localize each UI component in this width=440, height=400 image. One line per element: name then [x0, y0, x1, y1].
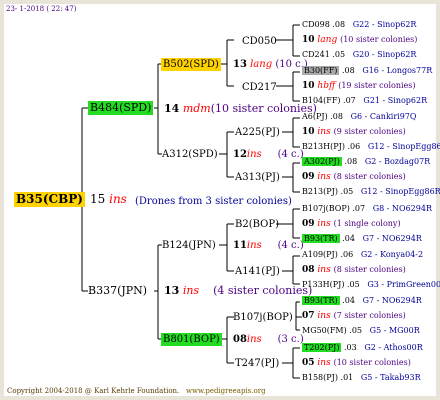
gen3-bee-id: B2(BOP)	[235, 219, 279, 230]
gen4-bee-id: CD241	[302, 50, 330, 59]
gen2-inbreeding: 08ins (3 c.)	[233, 334, 304, 345]
gen4-inbreeding: 10 lang (10 sister colonies)	[302, 35, 418, 45]
gen4-bee-id: B93(TR)	[302, 296, 340, 305]
footer-copyright: Copyright 2004-2018 @ Karl Kehrle Founda…	[7, 387, 266, 395]
root-tag: ins	[109, 192, 127, 206]
gen3-bee-id: CD217	[242, 82, 277, 93]
root-bee-id: B35(CBP)	[14, 192, 85, 207]
root-num: 15	[90, 192, 106, 206]
gen2-inbreeding: 12ins (4 c.)	[233, 149, 304, 160]
gen4-bee-line: B213(PJ) .05 G12 - SinopEgg86R	[302, 187, 440, 196]
gen4-inbreeding: 09 ins (1 single colony)	[302, 219, 401, 229]
gen2-bee-id: B124(JPN)	[162, 240, 216, 251]
pedigree-chart: 23- 1-2018 ( 22: 47) B35(CBP) 15 ins (Dr…	[0, 0, 440, 400]
gen4-inbreeding: 05 ins (10 sister colonies)	[302, 358, 411, 368]
root-note: (Drones from 3 sister colonies)	[135, 196, 292, 207]
gen2-bee-id: B801(BOP)	[161, 333, 222, 346]
gen2-bee-id: B502(SPD)	[161, 58, 221, 71]
gen4-bee-id: P133H(PJ)	[302, 280, 345, 289]
gen4-bee-id: B30(FF)	[302, 66, 340, 75]
gen4-bee-line: A109(PJ) .06 G2 - Konya04-2	[302, 250, 424, 259]
gen4-bee-line: B107j(BOP) .07 G8 - NO6294R	[302, 204, 432, 213]
gen4-inbreeding: 08 ins (8 sister colonies)	[302, 265, 406, 275]
gen4-bee-line: MG50(FM) .05 G5 - MG00R	[302, 326, 420, 335]
gen4-bee-line: CD098 .08 G22 - Sinop62R	[302, 20, 417, 29]
gen1-inbreeding: 14 mdm(10 sister colonies)	[164, 102, 317, 115]
gen4-bee-line: A302(PJ) .08 G2 - Bozdag07R	[302, 157, 431, 166]
gen4-bee-line: CD241 .05 G20 - Sinop62R	[302, 50, 417, 59]
gen3-bee-id: T247(PJ)	[235, 358, 280, 369]
gen4-bee-id: A302(PJ)	[302, 157, 342, 166]
gen4-bee-id: MG50(FM)	[302, 326, 347, 335]
gen4-bee-id: B213(PJ)	[302, 187, 338, 196]
gen1-inbreeding: 13 ins (4 sister colonies)	[164, 284, 313, 297]
root-inbreeding: 15 ins	[90, 192, 127, 207]
gen4-inbreeding: 10 hbff (19 sister colonies)	[302, 81, 416, 91]
gen3-bee-id: B107j(BOP)	[233, 312, 293, 323]
gen4-bee-id: B158(PJ)	[302, 373, 338, 382]
gen3-bee-id: A313(PJ)	[235, 172, 280, 183]
gen4-bee-line: B213H(PJ) .06 G12 - SinopEgg86R	[302, 142, 440, 151]
gen3-bee-id: CD050	[242, 36, 277, 47]
gen4-bee-line: A6(PJ) .08 G6 - Cankiri97Q	[302, 112, 417, 121]
date-stamp: 23- 1-2018 ( 22: 47)	[6, 5, 77, 13]
gen4-bee-line: B30(FF) .08 G16 - Longos77R	[302, 66, 433, 75]
gen4-bee-id: B107j(BOP)	[302, 204, 350, 213]
gen4-bee-line: P133H(PJ) .05 G3 - PrimGreen00	[302, 280, 440, 289]
gen4-bee-line: B104(FF) .07 G21 - Sinop62R	[302, 96, 428, 105]
gen4-bee-id: T202(PJ)	[302, 343, 342, 352]
gen4-bee-id: CD098	[302, 20, 330, 29]
gen4-bee-id: B213H(PJ)	[302, 142, 345, 151]
gen4-bee-line: T202(PJ) .03 G2 - Athos00R	[302, 343, 423, 352]
gen4-inbreeding: 07 ins (7 sister colonies)	[302, 311, 406, 321]
gen4-bee-line: B93(TR) .04 G7 - NO6294R	[302, 296, 422, 305]
gen3-bee-id: A225(PJ)	[235, 127, 280, 138]
gen4-bee-id: B104(FF)	[302, 96, 341, 105]
gen2-bee-id: A312(SPD)	[162, 149, 218, 160]
gen4-bee-id: A109(PJ)	[302, 250, 338, 259]
gen1-bee-id: B484(SPD)	[88, 101, 154, 115]
gen4-bee-line: B158(PJ) .01 G5 - Takab93R	[302, 373, 421, 382]
gen2-inbreeding: 11ins (4 c.)	[233, 240, 304, 251]
gen4-bee-id: A6(PJ)	[302, 112, 328, 121]
gen3-bee-id: A141(PJ)	[235, 266, 280, 277]
gen4-inbreeding: 10 ins (9 sister colonies)	[302, 127, 406, 137]
gen1-bee-id: B337(JPN)	[88, 284, 148, 297]
gen4-bee-line: B93(TR) .04 G7 - NO6294R	[302, 234, 422, 243]
gen2-inbreeding: 13 lang (10 c.)	[233, 59, 308, 70]
gen4-bee-id: B93(TR)	[302, 234, 340, 243]
gen4-inbreeding: 09 ins (8 sister colonies)	[302, 172, 406, 182]
